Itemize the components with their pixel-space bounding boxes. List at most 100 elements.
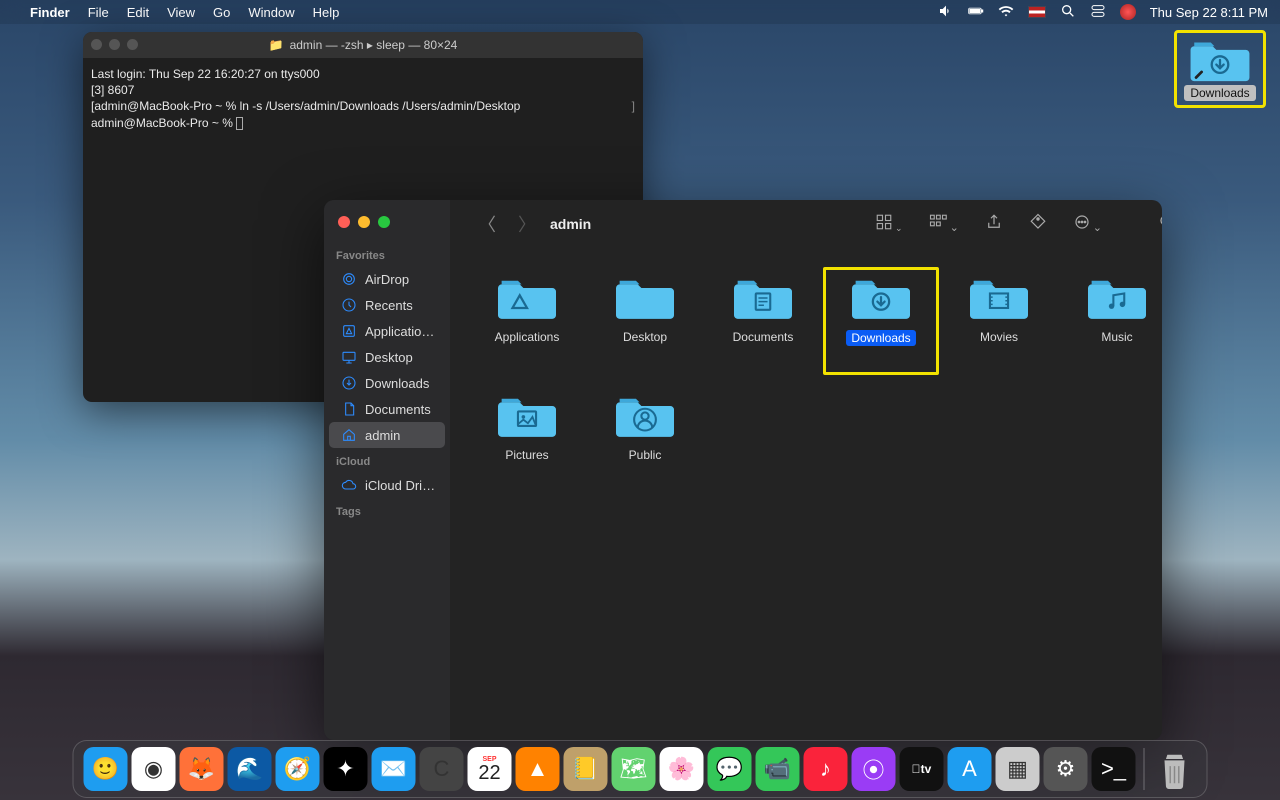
sidebar-item-label: Applicatio… <box>365 324 434 339</box>
sidebar-item-airdrop[interactable]: AirDrop <box>329 266 445 292</box>
folder-icon <box>1190 37 1250 83</box>
sidebar-heading-favorites: Favorites <box>324 242 450 266</box>
dock-app-siri[interactable]: ✦ <box>324 747 368 791</box>
dock-app-chrome[interactable]: ◉ <box>132 747 176 791</box>
folder-label: Downloads <box>846 330 915 346</box>
folder-label: Applications <box>495 330 560 344</box>
dock-app-maps[interactable]: 🗺 <box>612 747 656 791</box>
finder-sidebar: Favorites AirDrop Recents Applicatio… Deskt… <box>324 200 450 740</box>
minimize-button[interactable] <box>358 216 370 228</box>
dock[interactable]: 🙂◉🦊🌊🧭✦✉️CSEP22▲📒🗺🌸💬📹♪⦿tvA▦⚙>_ <box>73 740 1208 798</box>
menu-file[interactable]: File <box>88 5 109 20</box>
menubar: Finder File Edit View Go Window Help Thu… <box>0 0 1280 24</box>
dock-app-edge[interactable]: 🌊 <box>228 747 272 791</box>
folder-label: Movies <box>980 330 1018 344</box>
desktop-icon-label: Downloads <box>1184 85 1255 101</box>
menu-view[interactable]: View <box>167 5 195 20</box>
dock-app-safari[interactable]: 🧭 <box>276 747 320 791</box>
folder-public[interactable]: Public <box>586 384 704 494</box>
close-button[interactable] <box>338 216 350 228</box>
finder-content-area[interactable]: Applications Desktop Documents Downloads Mov… <box>450 248 1162 512</box>
sidebar-item-label: Recents <box>365 298 413 313</box>
finder-window[interactable]: Favorites AirDrop Recents Applicatio… Deskt… <box>324 200 1162 740</box>
dock-app-tv[interactable]: tv <box>900 747 944 791</box>
menu-window[interactable]: Window <box>248 5 294 20</box>
sidebar-item-downloads[interactable]: Downloads <box>329 370 445 396</box>
dock-app-facetime[interactable]: 📹 <box>756 747 800 791</box>
folder-icon <box>607 266 683 330</box>
dock-app-photos[interactable]: 🌸 <box>660 747 704 791</box>
spotlight-icon[interactable] <box>1060 3 1076 22</box>
volume-icon[interactable] <box>938 3 954 22</box>
folder-downloads[interactable]: Downloads <box>822 266 940 376</box>
dock-app-vlc[interactable]: ▲ <box>516 747 560 791</box>
folder-icon <box>725 266 801 330</box>
sidebar-item-documents[interactable]: Documents <box>329 396 445 422</box>
status-item-icon[interactable] <box>1120 4 1136 20</box>
dock-trash[interactable] <box>1153 747 1197 791</box>
dock-app-mail[interactable]: ✉️ <box>372 747 416 791</box>
dock-app-calendar[interactable]: SEP22 <box>468 747 512 791</box>
dock-app-music[interactable]: ♪ <box>804 747 848 791</box>
battery-icon[interactable] <box>968 3 984 22</box>
dock-app-podcasts[interactable]: ⦿ <box>852 747 896 791</box>
folder-icon <box>489 266 565 330</box>
view-mode-button[interactable]: ⌄ <box>875 213 903 236</box>
folder-documents[interactable]: Documents <box>704 266 822 376</box>
dock-app-settings[interactable]: ⚙ <box>1044 747 1088 791</box>
terminal-titlebar[interactable]: 📁 admin — -zsh ▸ sleep — 80×24 <box>83 32 643 58</box>
sidebar-item-admin[interactable]: admin <box>329 422 445 448</box>
back-button[interactable]: 〈 <box>478 211 496 237</box>
dock-app-calc[interactable]: C <box>420 747 464 791</box>
sidebar-item-icloud-drive[interactable]: iCloud Dri… <box>329 472 445 498</box>
terminal-content[interactable]: Last login: Thu Sep 22 16:20:27 on ttys0… <box>83 58 643 139</box>
terminal-traffic-lights[interactable] <box>91 39 138 50</box>
menu-edit[interactable]: Edit <box>127 5 149 20</box>
finder-toolbar: 〈 〉 admin ⌄ ⌄ ⌄ <box>450 200 1162 248</box>
folder-label: Desktop <box>623 330 667 344</box>
fullscreen-button[interactable] <box>378 216 390 228</box>
tags-button[interactable] <box>1029 213 1047 236</box>
finder-traffic-lights[interactable] <box>338 216 390 228</box>
dock-app-finder[interactable]: 🙂 <box>84 747 128 791</box>
finder-title: admin <box>550 216 591 232</box>
menu-go[interactable]: Go <box>213 5 230 20</box>
action-menu-button[interactable]: ⌄ <box>1073 213 1102 236</box>
folder-movies[interactable]: Movies <box>940 266 1058 376</box>
dock-app-launchpad[interactable]: ▦ <box>996 747 1040 791</box>
search-button[interactable] <box>1158 213 1162 236</box>
sidebar-heading-tags: Tags <box>324 498 450 522</box>
sidebar-item-label: Documents <box>365 402 431 417</box>
folder-music[interactable]: Music <box>1058 266 1162 376</box>
forward-button[interactable]: 〉 <box>518 211 536 237</box>
dock-separator <box>1144 748 1145 790</box>
group-by-button[interactable]: ⌄ <box>929 213 959 236</box>
folder-pictures[interactable]: Pictures <box>468 384 586 494</box>
menu-help[interactable]: Help <box>313 5 340 20</box>
folder-proxy-icon: 📁 <box>269 38 284 52</box>
folder-desktop[interactable]: Desktop <box>586 266 704 376</box>
wifi-icon[interactable] <box>998 3 1014 22</box>
folder-icon <box>961 266 1037 330</box>
sidebar-item-label: AirDrop <box>365 272 409 287</box>
dock-app-terminal[interactable]: >_ <box>1092 747 1136 791</box>
sidebar-item-label: admin <box>365 428 400 443</box>
sidebar-item-recents[interactable]: Recents <box>329 292 445 318</box>
sidebar-item-applicatio[interactable]: Applicatio… <box>329 318 445 344</box>
share-button[interactable] <box>985 213 1003 236</box>
menubar-app-name[interactable]: Finder <box>30 5 70 20</box>
input-source-icon[interactable] <box>1028 6 1046 18</box>
folder-icon <box>607 384 683 448</box>
terminal-title: admin — -zsh ▸ sleep — 80×24 <box>290 38 458 52</box>
folder-applications[interactable]: Applications <box>468 266 586 376</box>
sidebar-item-label: iCloud Dri… <box>365 478 435 493</box>
control-center-icon[interactable] <box>1090 3 1106 22</box>
dock-app-messages[interactable]: 💬 <box>708 747 752 791</box>
menubar-clock[interactable]: Thu Sep 22 8:11 PM <box>1150 5 1268 20</box>
sidebar-item-desktop[interactable]: Desktop <box>329 344 445 370</box>
desktop-icon-downloads[interactable]: Downloads <box>1174 30 1266 108</box>
dock-app-appstore[interactable]: A <box>948 747 992 791</box>
dock-app-contacts[interactable]: 📒 <box>564 747 608 791</box>
sidebar-heading-icloud: iCloud <box>324 448 450 472</box>
dock-app-firefox[interactable]: 🦊 <box>180 747 224 791</box>
